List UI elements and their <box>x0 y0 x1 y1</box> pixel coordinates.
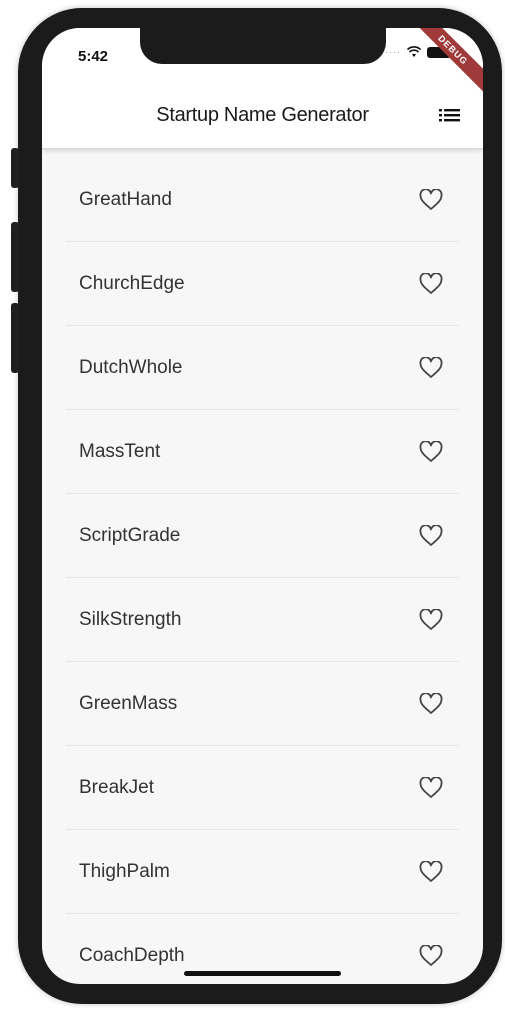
list-item-label: ThighPalm <box>79 861 170 882</box>
notch <box>140 28 386 64</box>
list-item-label: ChurchEdge <box>79 273 185 294</box>
list-item[interactable]: MassTent <box>42 410 483 494</box>
list-item-label: CoachDepth <box>79 945 185 966</box>
list-item-label: ScriptGrade <box>79 525 181 546</box>
heart-outline-icon[interactable] <box>419 525 443 547</box>
list-item-label: MassTent <box>79 441 161 462</box>
heart-outline-icon[interactable] <box>419 273 443 295</box>
list-item[interactable]: BreakJet <box>42 746 483 830</box>
signal-icon: ···· <box>385 47 401 57</box>
heart-outline-icon[interactable] <box>419 189 443 211</box>
status-time: 5:42 <box>78 48 109 65</box>
wifi-icon <box>407 46 421 57</box>
heart-outline-icon[interactable] <box>419 777 443 799</box>
heart-outline-icon[interactable] <box>419 609 443 631</box>
volume-up-button <box>11 222 19 292</box>
list-item[interactable]: SilkStrength <box>42 578 483 662</box>
list-item-label: GreatHand <box>79 189 172 210</box>
heart-outline-icon[interactable] <box>419 357 443 379</box>
list-item[interactable]: ChurchEdge <box>42 242 483 326</box>
list-item-label: DutchWhole <box>79 357 183 378</box>
name-list: GreatHand ChurchEdge DutchWhole MassTent Scr… <box>42 158 483 984</box>
page-title: Startup Name Generator <box>156 104 369 126</box>
heart-outline-icon[interactable] <box>419 441 443 463</box>
volume-down-button <box>11 303 19 373</box>
heart-outline-icon[interactable] <box>419 861 443 883</box>
list-item[interactable]: ThighPalm <box>42 830 483 914</box>
list-item-label: GreenMass <box>79 693 178 714</box>
list-item[interactable]: ScriptGrade <box>42 494 483 578</box>
list-item-label: SilkStrength <box>79 609 182 630</box>
home-indicator <box>184 971 341 976</box>
heart-outline-icon[interactable] <box>419 693 443 715</box>
list-item-label: BreakJet <box>79 777 154 798</box>
mute-switch <box>11 148 19 188</box>
app-screen: Startup Name Generator 5:42 ···· DEBUG G… <box>42 28 483 984</box>
heart-outline-icon[interactable] <box>419 945 443 967</box>
list-item[interactable]: GreenMass <box>42 662 483 746</box>
list-icon[interactable] <box>439 106 461 124</box>
list-item[interactable]: GreatHand <box>42 158 483 242</box>
list-item[interactable]: DutchWhole <box>42 326 483 410</box>
